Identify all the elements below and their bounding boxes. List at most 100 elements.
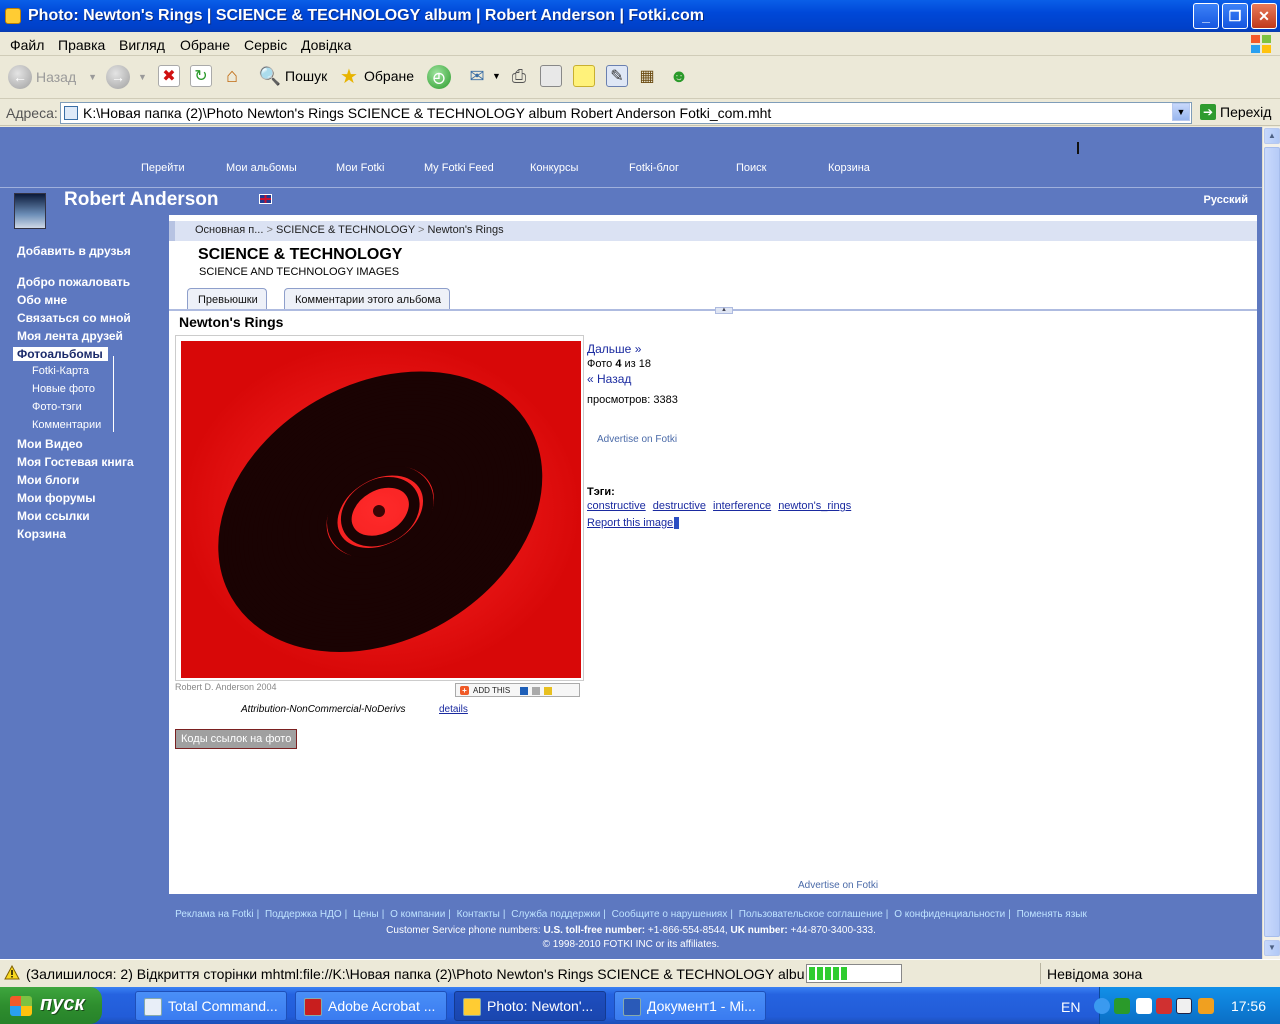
security-icon[interactable]	[1156, 998, 1172, 1014]
title-bar[interactable]: Photo: Newton's Rings | SCIENCE & TECHNO…	[0, 0, 1280, 32]
menu-edit[interactable]: Правка	[58, 37, 105, 53]
mail-button[interactable]: ✉ ▼	[466, 65, 501, 87]
tag-link[interactable]: destructive	[653, 500, 706, 512]
sidebar-item-photo-albums[interactable]: Фотоальбомы	[13, 347, 108, 361]
chevron-down-icon[interactable]: ▼	[1172, 103, 1190, 121]
home-button[interactable]: ⌂	[221, 65, 243, 87]
menu-help[interactable]: Довідка	[301, 37, 351, 53]
sidebar-item-trash[interactable]: Корзина	[17, 527, 66, 541]
user-name[interactable]: Robert Anderson	[64, 189, 218, 211]
forward-button[interactable]: → ▼	[106, 65, 147, 89]
footer-link[interactable]: Цены	[353, 909, 379, 920]
footer-link[interactable]: Реклама на Fotki	[175, 909, 253, 920]
sidebar-item-about[interactable]: Обо мне	[17, 293, 67, 307]
newtons-rings-photo[interactable]	[181, 341, 581, 678]
sidebar-subitem-fotki-map[interactable]: Fotki-Карта	[32, 365, 89, 377]
advertise-link-bottom[interactable]: Advertise on Fotki	[798, 880, 878, 891]
edit-button[interactable]	[540, 65, 562, 87]
sidebar-item-guestbook[interactable]: Моя Гостевая книга	[17, 455, 134, 469]
connection-icon[interactable]	[1136, 998, 1152, 1014]
sidebar-item-welcome[interactable]: Добро пожаловать	[17, 275, 130, 289]
stop-button[interactable]: ✖	[158, 65, 180, 87]
task-photo-browser[interactable]: Photo: Newton'...	[454, 991, 606, 1021]
print-button[interactable]: ⎙	[508, 65, 530, 87]
discuss-button[interactable]	[573, 65, 595, 87]
nav-my-fotki[interactable]: Мои Fotki	[336, 162, 384, 174]
sidebar-item-blogs[interactable]: Мои блоги	[17, 473, 79, 487]
task-adobe-acrobat[interactable]: Adobe Acrobat ...	[295, 991, 447, 1021]
go-button[interactable]: ➔ Перехід	[1200, 104, 1271, 120]
network-icon[interactable]	[1114, 998, 1130, 1014]
collapse-toggle[interactable]: ▲	[715, 307, 733, 314]
menu-view[interactable]: Вигляд	[119, 37, 165, 53]
minimize-button[interactable]: _	[1193, 3, 1219, 29]
tray-app-icon[interactable]	[1198, 998, 1214, 1014]
sidebar-subitem-comments[interactable]: Комментарии	[32, 419, 101, 431]
sidebar-item-videos[interactable]: Мои Видео	[17, 437, 83, 451]
start-button[interactable]: пуск	[0, 987, 102, 1024]
warning-icon[interactable]	[4, 965, 20, 980]
sidebar-item-friends-feed[interactable]: Моя лента друзей	[17, 329, 123, 343]
nav-fotki-blog[interactable]: Fotki-блог	[629, 162, 679, 174]
sidebar-item-contact[interactable]: Связаться со мной	[17, 311, 131, 325]
task-total-commander[interactable]: Total Command...	[135, 991, 287, 1021]
footer-link[interactable]: Поменять язык	[1017, 909, 1087, 920]
favorites-button[interactable]: ★ Обране	[338, 65, 414, 88]
nav-contests[interactable]: Конкурсы	[530, 162, 578, 174]
tag-link[interactable]: newton's_rings	[778, 500, 851, 512]
footer-link[interactable]: Служба поддержки	[511, 909, 600, 920]
sidebar-subitem-photo-tags[interactable]: Фото-тэги	[32, 401, 82, 413]
menu-tools[interactable]: Сервіс	[244, 37, 287, 53]
sidebar-subitem-new-photos[interactable]: Новые фото	[32, 383, 95, 395]
nav-cart[interactable]: Корзина	[828, 162, 870, 174]
nav-search[interactable]: Поиск	[736, 162, 766, 174]
breadcrumb-album[interactable]: SCIENCE & TECHNOLOGY	[276, 224, 415, 236]
chevron-down-icon[interactable]: ▼	[88, 72, 97, 82]
nav-my-albums[interactable]: Мои альбомы	[226, 162, 297, 174]
research-button[interactable]: ✎	[606, 65, 628, 87]
advertise-link[interactable]: Advertise on Fotki	[597, 434, 677, 445]
scroll-up-icon[interactable]: ▲	[1264, 128, 1280, 144]
nav-my-fotki-feed[interactable]: My Fotki Feed	[424, 162, 494, 174]
history-button[interactable]: ◴	[427, 65, 451, 89]
tab-thumbnails[interactable]: Превьюшки	[187, 288, 267, 310]
menu-file[interactable]: Файл	[10, 37, 44, 53]
close-button[interactable]: ✕	[1251, 3, 1277, 29]
footer-link[interactable]: Сообщите о нарушениях	[612, 909, 728, 920]
search-button[interactable]: 🔍 Пошук	[259, 65, 327, 87]
nav-go[interactable]: Перейти	[141, 162, 185, 174]
breadcrumb-home[interactable]: Основная п...	[195, 224, 263, 236]
tab-album-comments[interactable]: Комментарии этого альбома	[284, 288, 451, 310]
menu-favorites[interactable]: Обране	[180, 37, 230, 53]
footer-link[interactable]: О компании	[390, 909, 445, 920]
chevron-down-icon[interactable]: ▼	[138, 72, 147, 82]
footer-link[interactable]: О конфиденциальности	[894, 909, 1005, 920]
footer-link[interactable]: Поддержка НДО	[265, 909, 342, 920]
media-button[interactable]: ▦	[636, 65, 658, 87]
scroll-down-icon[interactable]: ▼	[1264, 940, 1280, 956]
messenger-button[interactable]: ☻	[668, 65, 690, 87]
sidebar-item-links[interactable]: Мои ссылки	[17, 509, 90, 523]
refresh-button[interactable]: ↻	[190, 65, 212, 87]
prev-photo-link[interactable]: « Назад	[587, 372, 631, 386]
footer-link[interactable]: Пользовательское соглашение	[739, 909, 883, 920]
task-word-document[interactable]: Документ1 - Mi...	[614, 991, 766, 1021]
add-friend-link[interactable]: Добавить в друзья	[17, 244, 131, 258]
tag-link[interactable]: interference	[713, 500, 771, 512]
link-codes-button[interactable]: Коды ссылок на фото	[175, 729, 298, 749]
scroll-thumb[interactable]	[1264, 147, 1280, 937]
add-this-button[interactable]: + ADD THIS	[455, 683, 580, 697]
avatar[interactable]	[14, 193, 46, 229]
tag-link[interactable]: constructive	[587, 500, 646, 512]
media-player-icon[interactable]	[1176, 998, 1192, 1014]
sidebar-item-forums[interactable]: Мои форумы	[17, 491, 96, 505]
address-input[interactable]: K:\Новая папка (2)\Photo Newton's Rings …	[60, 102, 1192, 124]
next-photo-link[interactable]: Дальше »	[587, 342, 641, 356]
chevron-down-icon[interactable]: ▼	[492, 71, 501, 81]
language-indicator[interactable]: EN	[1061, 999, 1080, 1015]
vertical-scrollbar[interactable]: ▲ ▼	[1262, 127, 1280, 959]
footer-link[interactable]: Контакты	[457, 909, 500, 920]
maximize-button[interactable]: ❐	[1222, 3, 1248, 29]
language-link[interactable]: Русский	[1204, 194, 1248, 206]
tray-arrow-icon[interactable]	[1094, 998, 1110, 1014]
